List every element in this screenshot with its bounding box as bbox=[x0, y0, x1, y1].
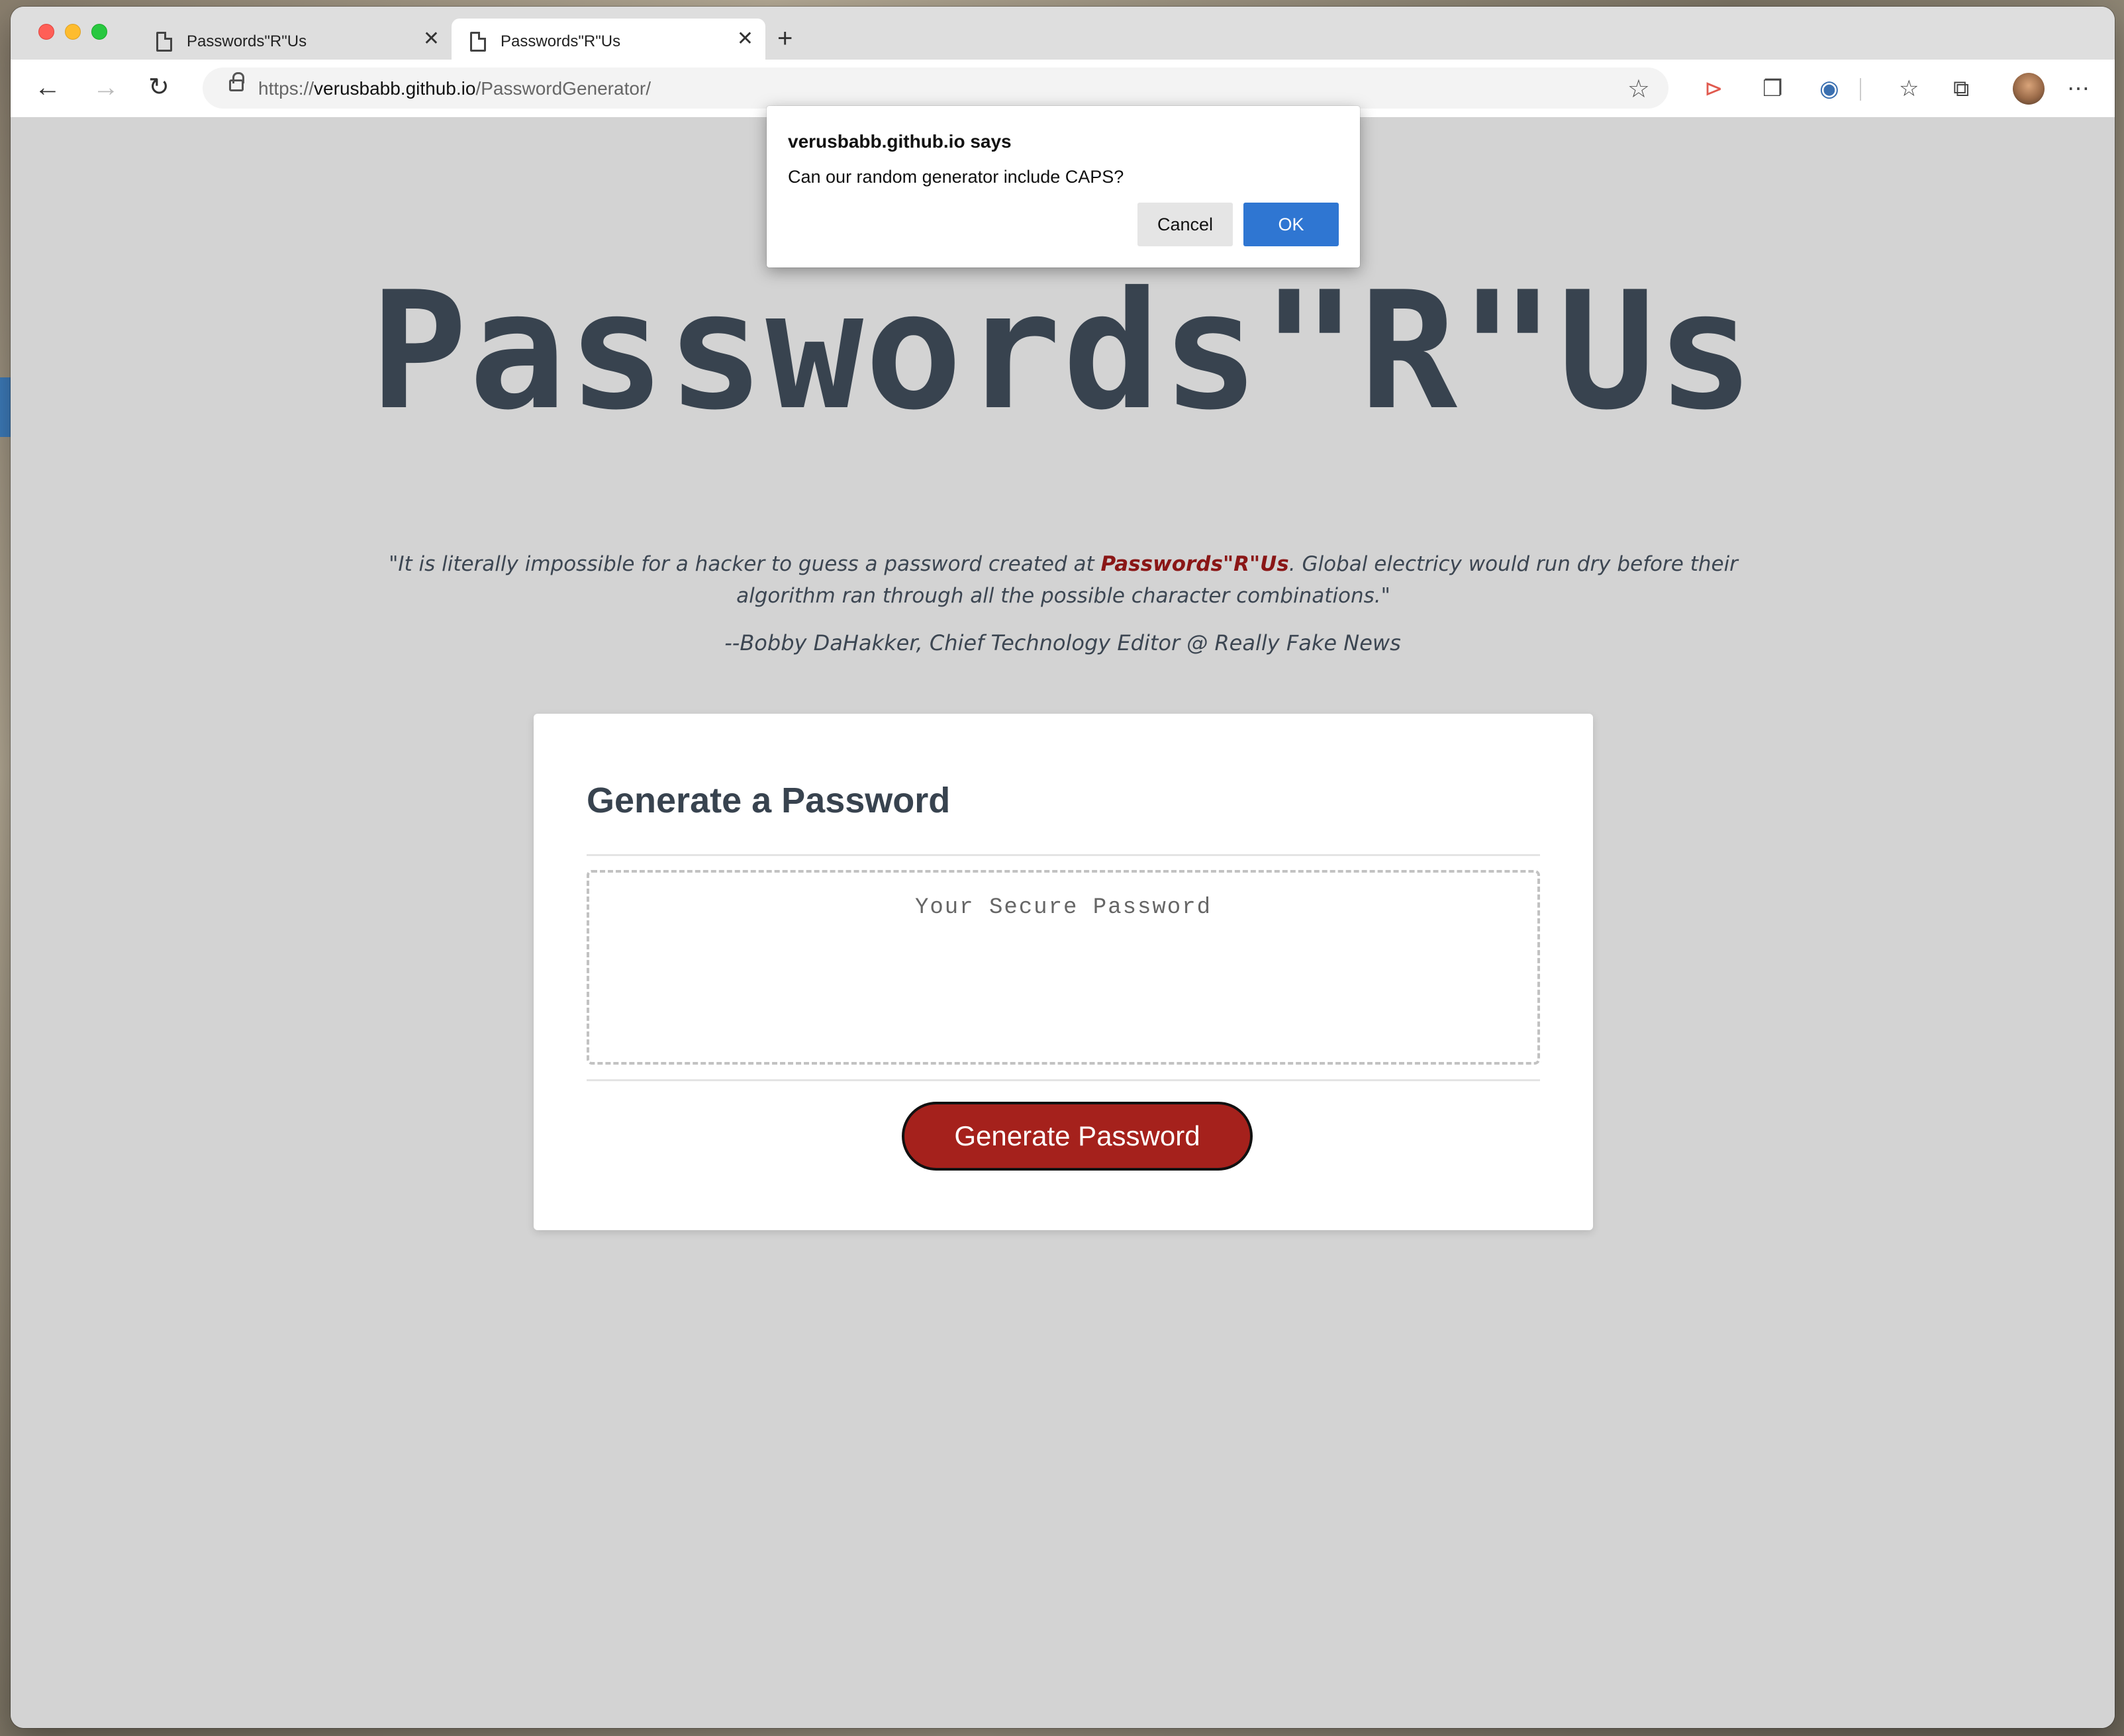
tab-strip: Passwords"R"Us ✕ Passwords"R"Us ✕ + bbox=[11, 7, 2115, 60]
dialog-message: Can our random generator include CAPS? bbox=[788, 167, 1124, 187]
more-icon[interactable]: ⋯ bbox=[2067, 77, 2090, 101]
ok-button[interactable]: OK bbox=[1243, 203, 1339, 246]
close-window-button[interactable] bbox=[38, 24, 54, 40]
card-divider-top bbox=[587, 854, 1540, 856]
lock-icon[interactable] bbox=[229, 72, 244, 91]
password-output[interactable] bbox=[587, 870, 1540, 1065]
tab-title: Passwords"R"Us bbox=[187, 32, 307, 50]
quote-brand-name: Passwords"R"Us bbox=[1100, 552, 1289, 576]
tab-title: Passwords"R"Us bbox=[501, 32, 621, 50]
favorites-icon[interactable]: ☆ bbox=[1899, 77, 1919, 101]
address-bar[interactable]: https://verusbabb.github.io/PasswordGene… bbox=[203, 68, 1668, 109]
site-title: Passwords"R"Us bbox=[369, 257, 1756, 446]
url-text[interactable]: https://verusbabb.github.io/PasswordGene… bbox=[258, 78, 651, 99]
share-icon[interactable]: ⊳ bbox=[1704, 77, 1723, 101]
tab-close-icon[interactable]: ✕ bbox=[737, 29, 753, 49]
card-divider-bottom bbox=[587, 1079, 1540, 1081]
testimonial-quote: "It is literally impossible for a hacker… bbox=[368, 548, 1759, 612]
copy-icon[interactable]: ❐ bbox=[1762, 77, 1782, 101]
back-arrow-icon[interactable]: ← bbox=[34, 74, 61, 101]
new-tab-icon[interactable]: + bbox=[777, 25, 793, 52]
profile-avatar[interactable] bbox=[2013, 73, 2045, 105]
dialog-title: verusbabb.github.io says bbox=[788, 131, 1012, 152]
desktop-background-window-edge bbox=[0, 377, 11, 437]
url-scheme: https:// bbox=[258, 78, 314, 99]
url-path: /PasswordGenerator/ bbox=[475, 78, 652, 99]
url-host: verusbabb.github.io bbox=[314, 78, 476, 99]
star-icon[interactable]: ☆ bbox=[1627, 74, 1650, 104]
confirm-dialog: verusbabb.github.io says Can our random … bbox=[767, 106, 1360, 267]
cancel-button[interactable]: Cancel bbox=[1137, 203, 1233, 246]
quote-attribution: --Bobby DaHakker, Chief Technology Edito… bbox=[724, 630, 1401, 655]
maximize-window-button[interactable] bbox=[91, 24, 107, 40]
card-title: Generate a Password bbox=[587, 781, 951, 820]
toolbar-separator bbox=[1860, 78, 1861, 101]
reload-icon[interactable]: ↻ bbox=[148, 74, 169, 101]
browser-window: Passwords"R"Us ✕ Passwords"R"Us ✕ + ← → … bbox=[11, 7, 2115, 1728]
page-icon bbox=[156, 32, 172, 52]
page-content: Passwords"R"Us "It is literally impossib… bbox=[11, 118, 2115, 1728]
page-icon bbox=[470, 32, 486, 52]
tab-close-icon[interactable]: ✕ bbox=[423, 29, 440, 49]
generator-card: Generate a Password Generate Password bbox=[534, 714, 1593, 1230]
quote-text-start: "It is literally impossible for a hacker… bbox=[389, 552, 1101, 576]
generate-password-button[interactable]: Generate Password bbox=[902, 1102, 1253, 1171]
minimize-window-button[interactable] bbox=[65, 24, 81, 40]
tab-inactive[interactable]: Passwords"R"Us ✕ bbox=[138, 19, 452, 60]
collections-icon-visible[interactable]: ⧉ bbox=[1953, 77, 1969, 101]
password-manager-icon[interactable]: ◉ bbox=[1819, 77, 1839, 101]
tab-active[interactable]: Passwords"R"Us ✕ bbox=[452, 19, 765, 60]
forward-arrow-icon[interactable]: → bbox=[93, 74, 119, 101]
